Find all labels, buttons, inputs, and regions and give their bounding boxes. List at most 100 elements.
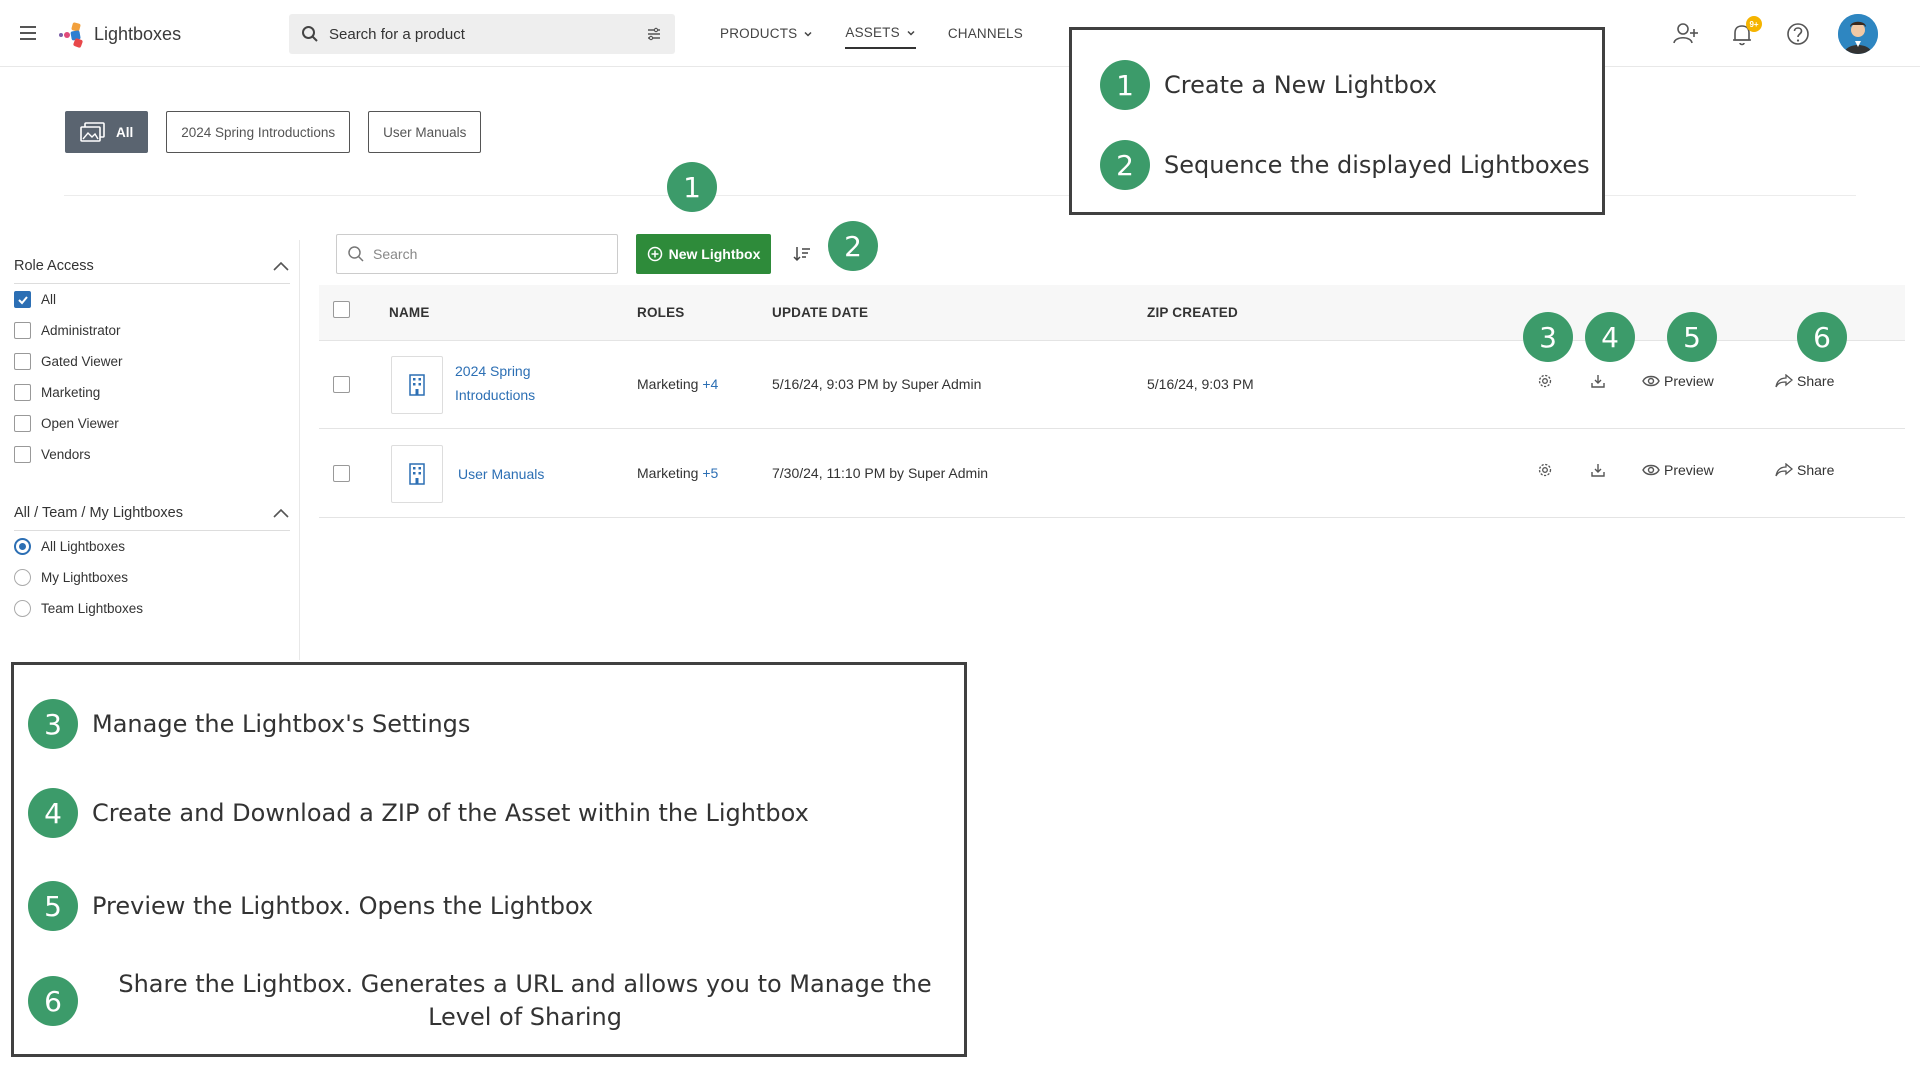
scope-option-label: All Lightboxes [41, 539, 126, 554]
search-icon [302, 26, 318, 42]
radio[interactable] [14, 569, 31, 586]
new-lightbox-button[interactable]: New Lightbox [636, 234, 771, 274]
roles-value: Marketing [637, 465, 699, 481]
share-label: Share [1797, 462, 1835, 478]
column-roles[interactable]: ROLES [637, 305, 685, 320]
main-nav: PRODUCTS ASSETS CHANNELS [720, 0, 1023, 67]
lightbox-name-link[interactable]: User Manuals [458, 462, 578, 486]
legend-item-5: 5 Preview the Lightbox. Opens the Lightb… [28, 881, 593, 931]
app-logo[interactable]: Lightboxes [56, 19, 181, 49]
legend-item-2: 2 Sequence the displayed Lightboxes [1100, 140, 1590, 190]
filter-sidebar: Role Access All Administrator Gated View… [0, 240, 300, 660]
product-search-placeholder[interactable]: Search for a product [329, 26, 635, 43]
column-update-date[interactable]: UPDATE DATE [772, 305, 868, 320]
annotation-marker-4: 4 [1585, 312, 1635, 362]
settings-button[interactable] [1537, 373, 1553, 389]
share-button[interactable]: Share [1775, 373, 1834, 389]
lightbox-search-input[interactable] [373, 246, 593, 262]
product-search[interactable]: Search for a product [289, 14, 675, 54]
download-zip-button[interactable] [1590, 462, 1606, 478]
role-option-gated-viewer[interactable]: Gated Viewer [14, 353, 123, 370]
nav-assets-label: ASSETS [845, 25, 900, 40]
checkbox-checked[interactable] [14, 291, 31, 308]
app-name: Lightboxes [94, 23, 182, 44]
checkbox[interactable] [14, 384, 31, 401]
role-option-all[interactable]: All [14, 291, 56, 308]
nav-channels[interactable]: CHANNELS [948, 19, 1023, 49]
row-checkbox[interactable] [333, 465, 350, 482]
notification-bell-icon[interactable]: 9+ [1728, 16, 1762, 48]
checkbox[interactable] [14, 446, 31, 463]
tab-label: User Manuals [383, 124, 467, 140]
tab-2024-spring-introductions[interactable]: 2024 Spring Introductions [166, 111, 351, 153]
lightbox-name-link[interactable]: 2024 Spring Introductions [455, 359, 575, 407]
column-name[interactable]: NAME [389, 305, 430, 320]
eye-icon [1642, 375, 1660, 387]
radio[interactable] [14, 600, 31, 617]
scope-option-team-lightboxes[interactable]: Team Lightboxes [14, 600, 143, 617]
download-zip-button[interactable] [1590, 373, 1606, 389]
preview-label: Preview [1664, 373, 1714, 389]
nav-assets[interactable]: ASSETS [845, 19, 916, 49]
roles-cell: Marketing +5 [637, 465, 718, 481]
legend-marker: 3 [28, 699, 78, 749]
lightbox-search[interactable] [336, 234, 618, 274]
legend-text: Create a New Lightbox [1164, 71, 1437, 99]
role-access-header[interactable]: Role Access [14, 248, 290, 284]
lightbox-scope-header[interactable]: All / Team / My Lightboxes [14, 495, 290, 531]
building-icon [409, 374, 425, 396]
checkbox[interactable] [14, 415, 31, 432]
legend-marker: 1 [1100, 60, 1150, 110]
checkbox[interactable] [14, 353, 31, 370]
notification-badge: 9+ [1746, 16, 1762, 32]
role-option-open-viewer[interactable]: Open Viewer [14, 415, 119, 432]
legend-marker: 2 [1100, 140, 1150, 190]
legend-text: Share the Lightbox. Generates a URL and … [118, 970, 932, 1031]
building-icon [409, 463, 425, 485]
help-icon[interactable] [1784, 20, 1812, 48]
role-option-administrator[interactable]: Administrator [14, 322, 121, 339]
preview-button[interactable]: Preview [1642, 373, 1714, 389]
lightbox-thumbnail[interactable] [391, 356, 443, 414]
new-lightbox-label: New Lightbox [668, 246, 761, 262]
preview-label: Preview [1664, 462, 1714, 478]
search-icon [348, 246, 364, 262]
nav-products[interactable]: PRODUCTS [720, 19, 813, 49]
scope-option-label: Team Lightboxes [41, 601, 144, 616]
roles-more-link[interactable]: +5 [702, 465, 718, 481]
annotation-marker-5: 5 [1667, 312, 1717, 362]
menu-icon[interactable] [18, 22, 40, 44]
filter-icon[interactable] [645, 25, 663, 43]
column-zip-created[interactable]: ZIP CREATED [1147, 305, 1238, 320]
user-avatar[interactable] [1838, 14, 1878, 54]
radio-selected[interactable] [14, 538, 31, 555]
preview-button[interactable]: Preview [1642, 462, 1714, 478]
tab-all[interactable]: All [65, 111, 149, 153]
nav-channels-label: CHANNELS [947, 26, 1023, 41]
legend-text: Preview the Lightbox. Opens the Lightbox [92, 892, 594, 920]
scope-option-all-lightboxes[interactable]: All Lightboxes [14, 538, 125, 555]
role-option-vendors[interactable]: Vendors [14, 446, 91, 463]
legend-box-top: 1 Create a New Lightbox 2 Sequence the d… [1069, 27, 1605, 215]
update-date-cell: 7/30/24, 11:10 PM by Super Admin [772, 465, 989, 481]
tab-all-label: All [116, 124, 134, 140]
row-checkbox[interactable] [333, 376, 350, 393]
chevron-down-icon [907, 30, 915, 36]
lightbox-name-line: Introductions [455, 387, 536, 403]
plus-circle-icon [647, 246, 662, 262]
legend-text: Create and Download a ZIP of the Asset w… [92, 799, 809, 827]
role-option-marketing[interactable]: Marketing [14, 384, 100, 401]
select-all-checkbox[interactable] [333, 301, 350, 318]
settings-button[interactable] [1537, 462, 1553, 478]
sort-icon[interactable] [792, 244, 812, 264]
chevron-up-icon [273, 508, 289, 518]
scope-option-my-lightboxes[interactable]: My Lightboxes [14, 569, 128, 586]
lightbox-thumbnail[interactable] [391, 445, 443, 503]
add-user-icon[interactable] [1672, 20, 1700, 48]
tab-user-manuals[interactable]: User Manuals [368, 111, 482, 153]
roles-more-link[interactable]: +4 [702, 376, 718, 392]
share-button[interactable]: Share [1775, 462, 1834, 478]
chevron-up-icon [273, 261, 289, 271]
share-icon [1775, 463, 1793, 477]
checkbox[interactable] [14, 322, 31, 339]
